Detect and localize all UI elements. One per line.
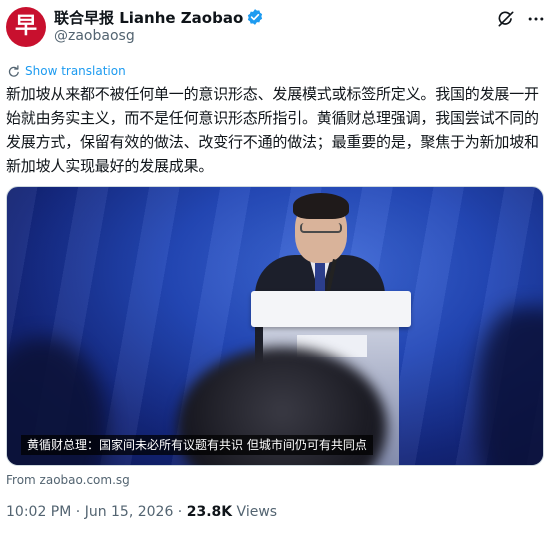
avatar-logo-glyph: 早 (14, 14, 37, 39)
name-row: 联合早报 Lianhe Zaobao (54, 7, 264, 27)
grok-icon[interactable] (496, 9, 516, 29)
display-name[interactable]: 联合早报 Lianhe Zaobao (54, 7, 243, 28)
link-source[interactable]: From zaobao.com.sg (6, 473, 130, 487)
post-date[interactable]: Jun 15, 2026 (85, 504, 174, 520)
more-icon[interactable] (526, 9, 546, 29)
tweet-image[interactable]: 黄循财总理：国家间未必所有议题有共识 但城市间仍可有共同点 (6, 186, 544, 466)
tweet-header: 早 联合早报 Lianhe Zaobao @zaobaosg (0, 0, 554, 56)
verified-badge-icon (248, 9, 263, 25)
podium-top (251, 291, 411, 327)
meta-separator-2: · (173, 504, 187, 520)
views-label: Views (232, 504, 278, 520)
post-time[interactable]: 10:02 PM (6, 504, 71, 520)
show-translation-label: Show translation (25, 64, 126, 78)
speaker-hair (293, 193, 349, 219)
account-handle[interactable]: @zaobaosg (54, 28, 135, 44)
meta-separator: · (71, 504, 85, 520)
tweet-meta: 10:02 PM · Jun 15, 2026 · 23.8K Views (6, 504, 277, 520)
image-caption: 黄循财总理：国家间未必所有议题有共识 但城市间仍可有共同点 (21, 435, 373, 455)
views-count: 23.8K (186, 504, 233, 520)
show-translation-button[interactable]: Show translation (6, 63, 126, 79)
tweet-text: 新加坡从来都不被任何单一的意识形态、发展模式或标签所定义。我国的发展一开始就由务… (6, 85, 539, 175)
avatar[interactable]: 早 (6, 7, 46, 47)
translate-icon (8, 64, 19, 77)
speaker-glasses (300, 223, 342, 233)
